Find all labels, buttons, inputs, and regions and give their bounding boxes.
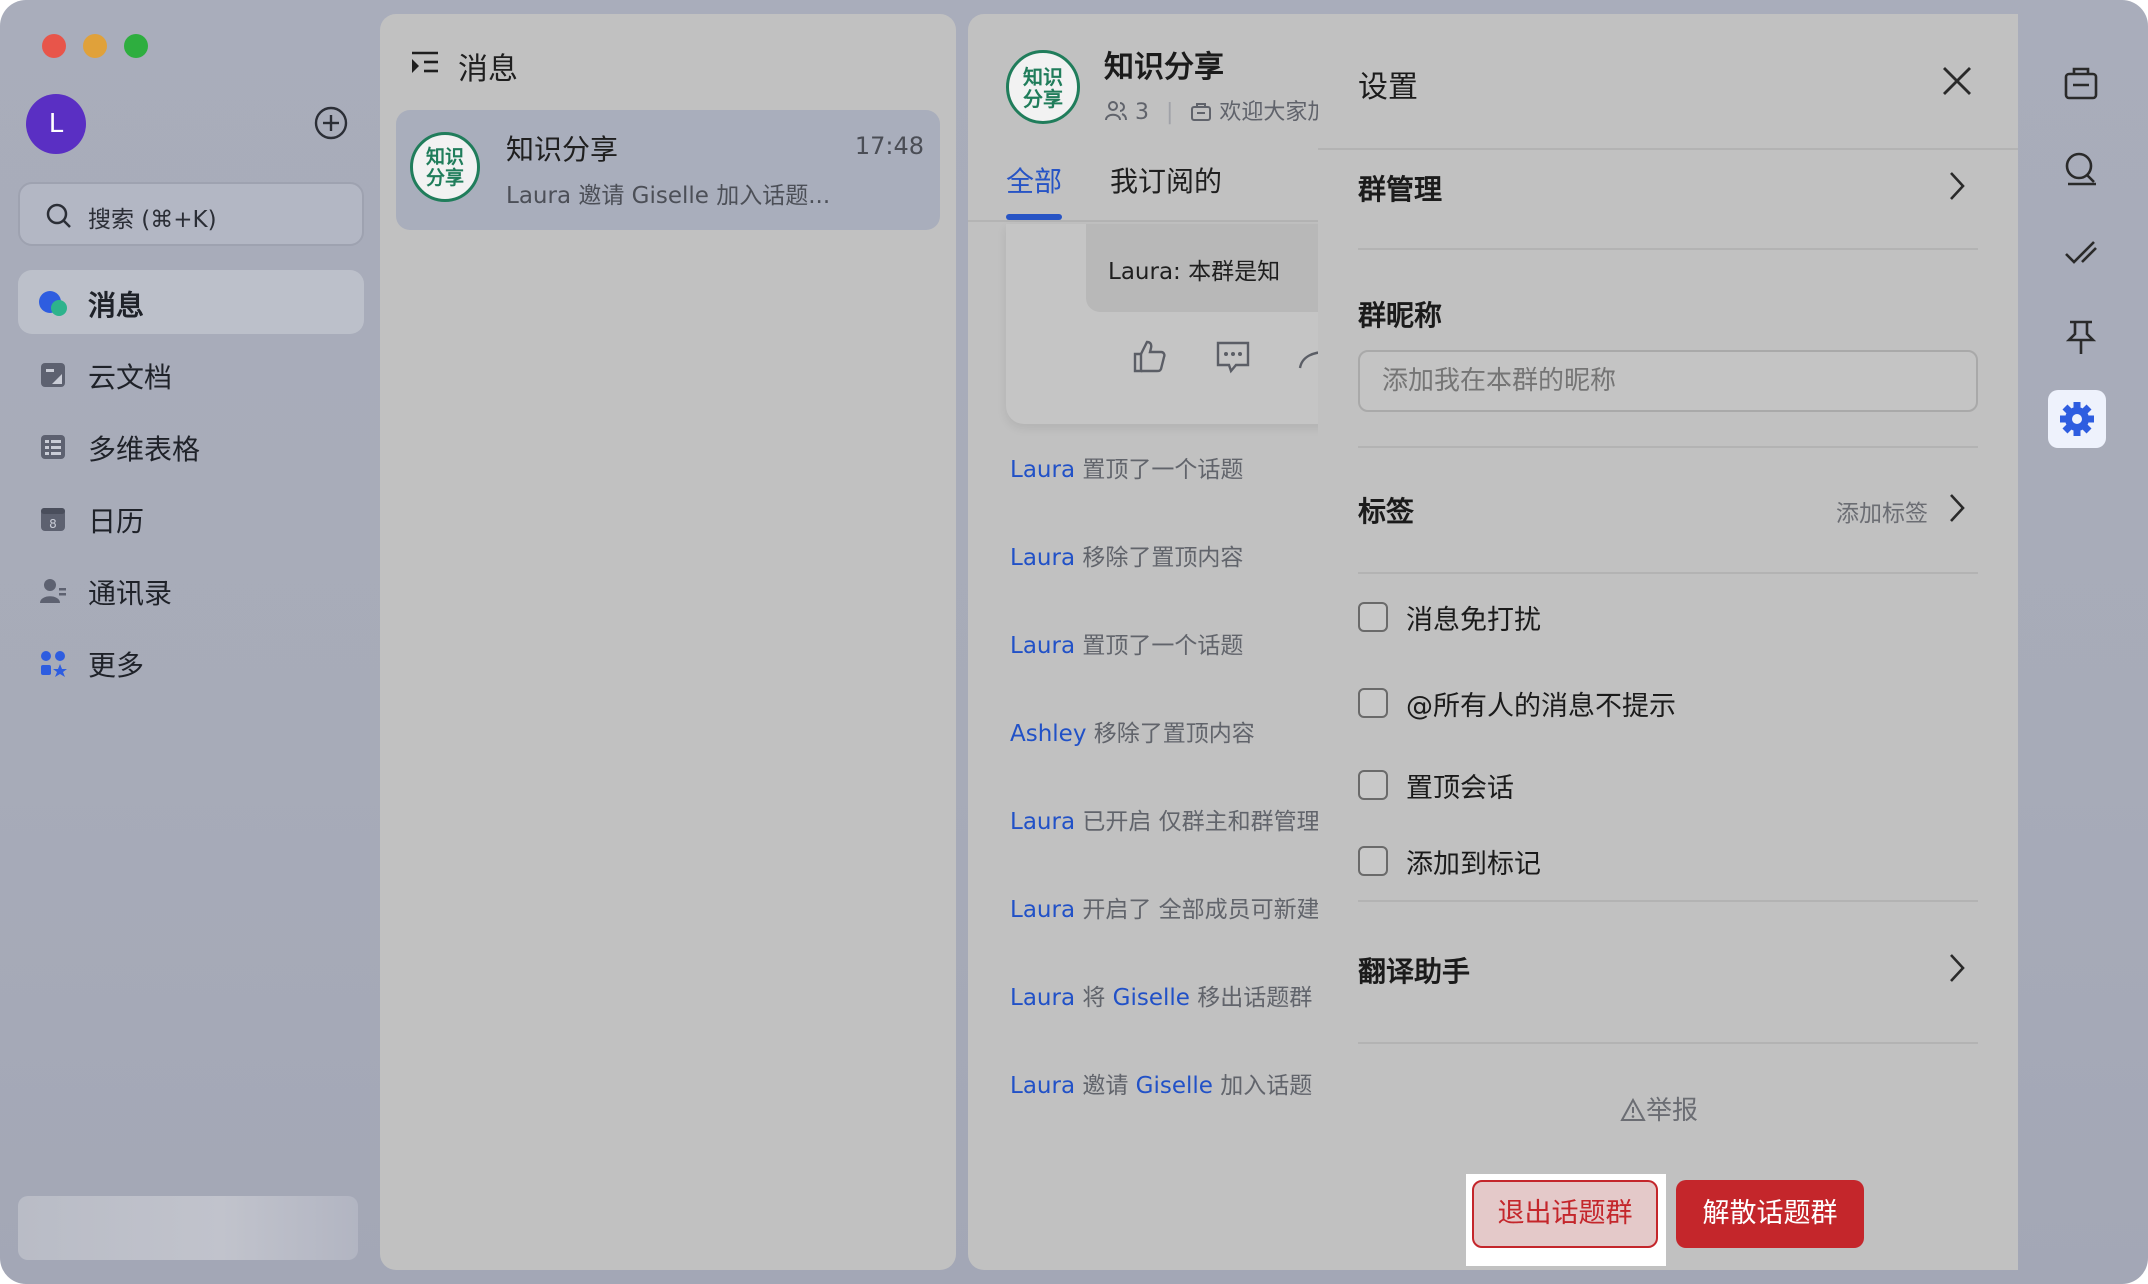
system-message: Laura 置顶了一个话题 xyxy=(1010,457,1244,483)
chat-description: 欢迎大家加 xyxy=(1219,100,1330,125)
pin-chat-label: 置顶会话 xyxy=(1406,773,1514,804)
search-placeholder: 搜索 (⌘+K) xyxy=(88,207,217,233)
chat-group-avatar[interactable]: 知识 分享 xyxy=(1006,50,1080,124)
sidebar: L 搜索 (⌘+K) 消息 云文档 多维表格 8 日历 通讯录 更多 xyxy=(0,0,378,1284)
mute-checkbox[interactable] xyxy=(1358,602,1388,632)
search-icon xyxy=(46,203,71,228)
mention-all-label: @所有人的消息不提示 xyxy=(1406,691,1676,722)
sidebar-item-calendar[interactable]: 8 日历 xyxy=(18,486,364,550)
chat-name: 知识分享 xyxy=(506,133,619,166)
system-message: Laura 邀请 Giselle 加入话题 xyxy=(1010,1073,1313,1099)
members-icon[interactable] xyxy=(1104,100,1128,122)
svg-text:8: 8 xyxy=(49,517,57,531)
member-count[interactable]: 3 xyxy=(1135,100,1149,125)
divider xyxy=(1358,900,1978,902)
system-message: Laura 置顶了一个话题 xyxy=(1010,633,1244,659)
chat-preview: Laura 邀请 Giselle 加入话题... xyxy=(506,183,831,209)
chat-meta: 3 | 欢迎大家加 xyxy=(1104,94,1329,126)
nickname-input[interactable] xyxy=(1358,350,1978,412)
zoom-window-button[interactable] xyxy=(124,34,148,58)
report-link[interactable]: 举报 xyxy=(1620,1090,1698,1127)
settings-title: 设置 xyxy=(1358,70,1418,105)
divider xyxy=(1358,446,1978,448)
message-icon xyxy=(39,291,67,316)
message-list-title: 消息 xyxy=(458,52,518,87)
tab-divider xyxy=(968,220,1330,222)
add-mark-checkbox[interactable] xyxy=(1358,846,1388,876)
search-icon[interactable] xyxy=(2056,144,2106,194)
system-message: Laura 移除了置顶内容 xyxy=(1010,545,1244,571)
description-icon xyxy=(1191,103,1212,121)
sidebar-item-more[interactable]: 更多 xyxy=(18,630,364,694)
translate-assistant-row[interactable]: 翻译助手 xyxy=(1358,950,1470,990)
divider xyxy=(1318,148,2018,150)
divider xyxy=(1358,1042,1978,1044)
divider xyxy=(1358,248,1978,250)
group-avatar: 知识 分享 xyxy=(410,132,480,202)
sidebar-item-label: 更多 xyxy=(88,649,145,682)
sidebar-item-base[interactable]: 多维表格 xyxy=(18,414,364,478)
contacts-icon xyxy=(40,579,66,603)
tab-all[interactable]: 全部 xyxy=(1006,160,1062,200)
sidebar-item-label: 日历 xyxy=(88,505,145,538)
collapse-list-icon[interactable] xyxy=(410,48,442,80)
sidebar-item-contacts[interactable]: 通讯录 xyxy=(18,558,364,622)
warning-icon xyxy=(1620,1097,1646,1121)
disband-group-button[interactable]: 解散话题群 xyxy=(1676,1180,1864,1248)
sidebar-item-label: 云文档 xyxy=(88,361,173,394)
check-icon[interactable] xyxy=(2056,228,2106,278)
app-window: L 搜索 (⌘+K) 消息 云文档 多维表格 8 日历 通讯录 更多 消息 知识… xyxy=(0,0,2148,1284)
cloud-doc-icon xyxy=(41,363,65,387)
sidebar-item-cloud-docs[interactable]: 云文档 xyxy=(18,342,364,406)
message-list-panel: 消息 知识 分享 知识分享 17:48 Laura 邀请 Giselle 加入话… xyxy=(380,14,956,1270)
chevron-right-icon[interactable] xyxy=(1946,170,1968,202)
right-toolbar xyxy=(2030,14,2134,1270)
system-message: Laura 已开启 仅群主和群管理 xyxy=(1010,809,1320,835)
more-apps-icon xyxy=(41,651,67,677)
pin-chat-checkbox[interactable] xyxy=(1358,770,1388,800)
system-message: Laura 开启了 全部成员可新建 xyxy=(1010,897,1320,923)
close-window-button[interactable] xyxy=(42,34,66,58)
chat-time: 17:48 xyxy=(854,132,924,160)
thumbs-up-icon[interactable] xyxy=(1130,338,1168,376)
group-manage-row[interactable]: 群管理 xyxy=(1358,168,1442,208)
divider xyxy=(1358,572,1978,574)
add-mark-label: 添加到标记 xyxy=(1406,849,1541,880)
settings-panel: 设置 群管理 群昵称 标签 添加标签 消息免打扰 @所有人的消息不提示 置顶会话… xyxy=(1318,14,2018,1270)
sidebar-item-label: 通讯录 xyxy=(88,577,173,610)
user-avatar[interactable]: L xyxy=(26,94,86,154)
mention-all-checkbox[interactable] xyxy=(1358,688,1388,718)
tags-label: 标签 xyxy=(1358,495,1415,528)
minimize-window-button[interactable] xyxy=(83,34,107,58)
chat-panel: 知识 分享 知识分享 3 | 欢迎大家加 全部 我订阅的 Laura: 本群是知 xyxy=(968,14,1330,1270)
sidebar-item-messages[interactable]: 消息 xyxy=(18,270,364,334)
pin-icon[interactable] xyxy=(2056,312,2106,362)
quit-group-button[interactable]: 退出话题群 xyxy=(1472,1180,1658,1248)
add-circle-icon[interactable] xyxy=(314,106,348,140)
chevron-right-icon[interactable] xyxy=(1946,492,1968,524)
sidebar-item-label: 多维表格 xyxy=(88,433,201,466)
base-table-icon xyxy=(41,435,65,459)
close-icon[interactable] xyxy=(1940,64,1974,98)
search-input[interactable]: 搜索 (⌘+K) xyxy=(18,182,364,246)
system-message: Ashley 移除了置顶内容 xyxy=(1010,721,1255,747)
topic-bubble-text: Laura: 本群是知 xyxy=(1108,259,1281,285)
chevron-right-icon[interactable] xyxy=(1946,952,1968,984)
announcement-icon[interactable] xyxy=(2056,60,2106,110)
nickname-label: 群昵称 xyxy=(1358,299,1443,332)
system-message: Laura 将 Giselle 移出话题群 xyxy=(1010,985,1313,1011)
active-tab-indicator xyxy=(1006,214,1062,220)
sidebar-item-label: 消息 xyxy=(88,289,145,322)
topic-bubble[interactable]: Laura: 本群是知 xyxy=(1086,224,1330,312)
blurred-footer xyxy=(18,1196,358,1260)
comment-icon[interactable] xyxy=(1214,338,1252,376)
chat-title[interactable]: 知识分享 xyxy=(1104,42,1224,86)
tab-subscribed[interactable]: 我订阅的 xyxy=(1110,160,1222,200)
mute-label: 消息免打扰 xyxy=(1406,605,1541,636)
add-tag-link[interactable]: 添加标签 xyxy=(1836,494,1928,528)
settings-button[interactable] xyxy=(2048,390,2106,448)
chat-list-item[interactable]: 知识 分享 知识分享 17:48 Laura 邀请 Giselle 加入话题..… xyxy=(396,110,940,230)
settings-gear-icon xyxy=(2060,402,2094,436)
calendar-icon: 8 xyxy=(41,508,65,531)
